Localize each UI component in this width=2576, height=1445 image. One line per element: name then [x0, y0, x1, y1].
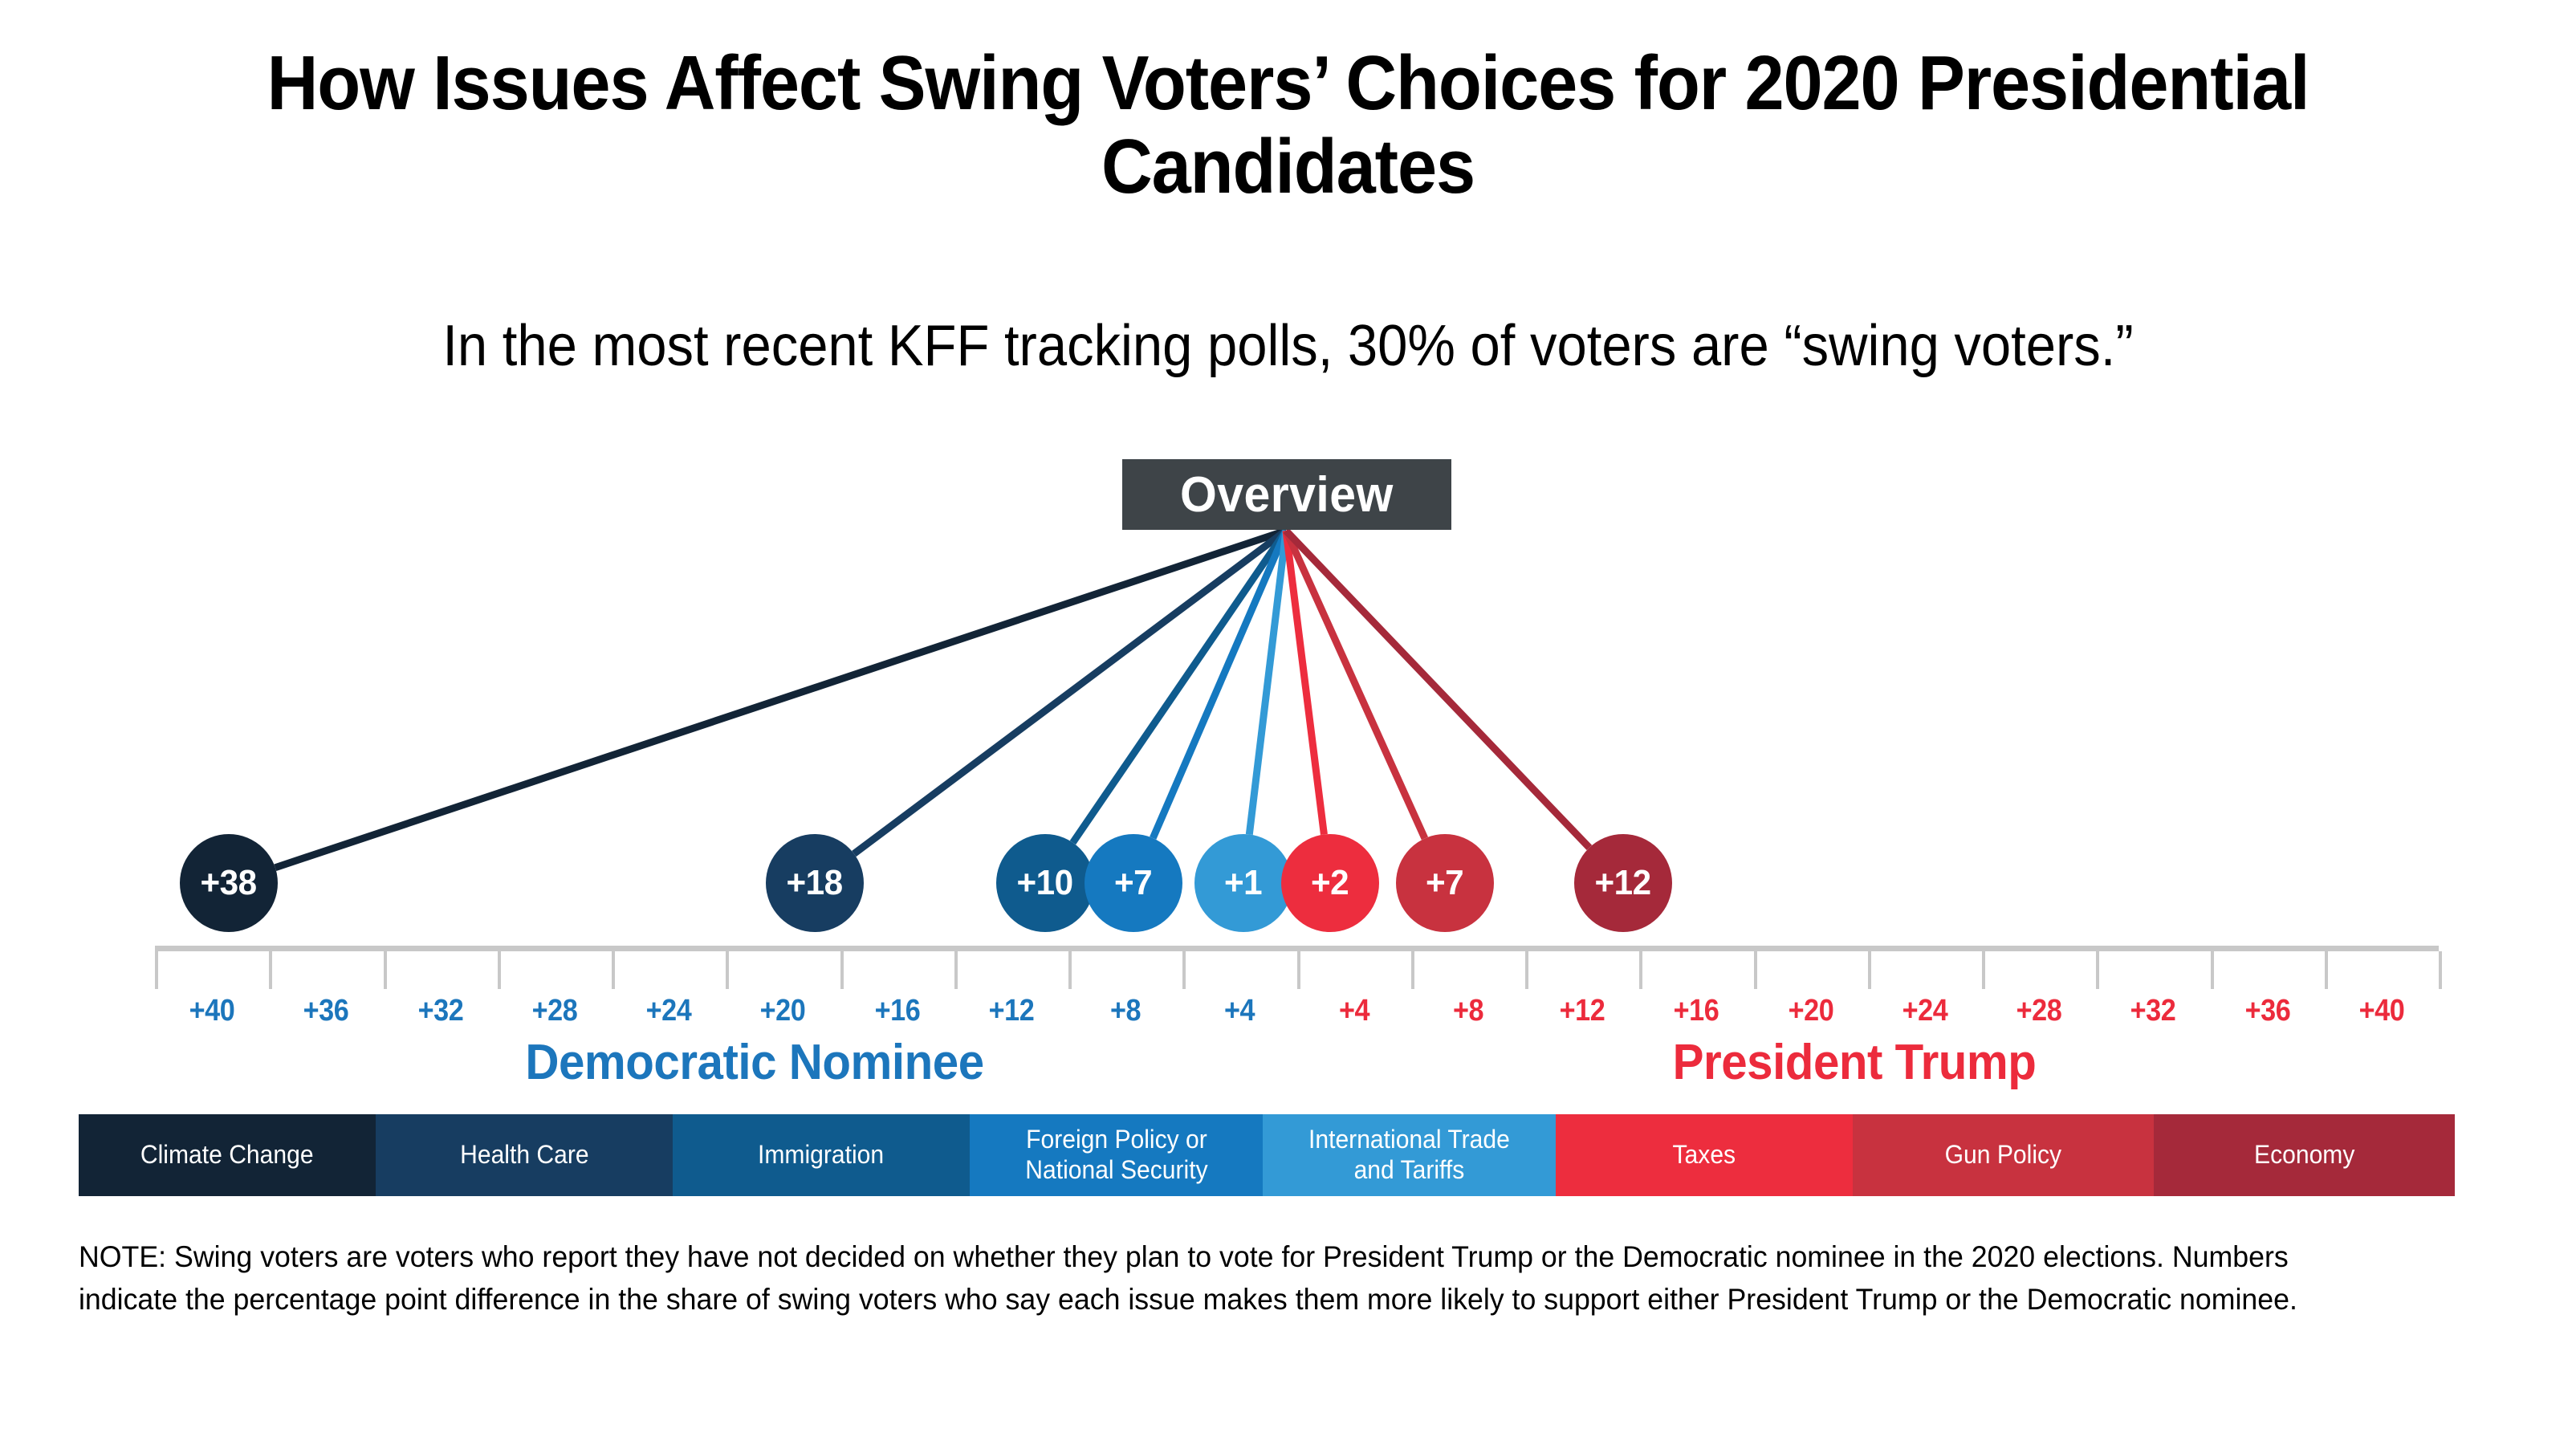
axis-tick-label: +24: [1902, 994, 1948, 1028]
axis-tick-label: +32: [417, 994, 464, 1028]
page-title: How Issues Affect Swing Voters’ Choices …: [267, 40, 2310, 210]
axis-tick-label: +4: [1223, 994, 1255, 1028]
issue-bubble-value: +18: [786, 863, 844, 902]
legend-cell-label: Foreign Policy or National Security: [1024, 1125, 1208, 1184]
connector-line: [1283, 527, 1593, 851]
issue-bubble[interactable]: +1: [1194, 834, 1292, 932]
overview-label: Overview: [1180, 466, 1394, 523]
issue-bubble-value: +2: [1311, 863, 1349, 902]
connector-line: [1069, 528, 1289, 845]
axis: [155, 946, 2442, 994]
legend-cell-label: Immigration: [758, 1140, 885, 1170]
axis-tick: [612, 951, 615, 989]
connector-lines: [274, 527, 1593, 871]
axis-tick: [384, 951, 387, 989]
issue-bubble-value: +38: [200, 863, 258, 902]
axis-tick-label: +12: [988, 994, 1035, 1028]
legend-cell-label: Economy: [2253, 1140, 2355, 1170]
axis-line: [155, 946, 2439, 951]
axis-tick-label: +36: [303, 994, 349, 1028]
connector-line: [1282, 530, 1328, 836]
axis-tick: [155, 951, 158, 989]
axis-tick: [840, 951, 844, 989]
axis-tick: [2439, 951, 2442, 989]
legend-cell[interactable]: Foreign Policy or National Security: [970, 1114, 1263, 1196]
issue-bubble[interactable]: +7: [1396, 834, 1494, 932]
axis-tick: [1525, 951, 1528, 989]
page-subtitle: In the most recent KFF tracking polls, 3…: [442, 314, 2134, 378]
note-text: NOTE: Swing voters are voters who report…: [79, 1240, 2297, 1316]
axis-tick-label: +28: [2016, 994, 2062, 1028]
legend-cell-label: Health Care: [459, 1140, 589, 1170]
issue-bubble-value: +7: [1114, 863, 1153, 902]
axis-tick-label: +16: [874, 994, 921, 1028]
legend-cell-label: Climate Change: [140, 1140, 314, 1170]
infographic-page: How Issues Affect Swing Voters’ Choices …: [0, 0, 2576, 1445]
connector-line: [274, 527, 1288, 871]
axis-tick-label: +28: [531, 994, 578, 1028]
issue-bubble[interactable]: +18: [766, 834, 864, 932]
issue-bubble[interactable]: +12: [1574, 834, 1672, 932]
axis-tick: [269, 951, 272, 989]
axis-tick: [498, 951, 501, 989]
legend-cell[interactable]: Taxes: [1556, 1114, 1853, 1196]
issue-bubble-value: +10: [1016, 863, 1074, 902]
axis-tick: [1297, 951, 1300, 989]
legend-cell[interactable]: International Trade and Tariffs: [1263, 1114, 1556, 1196]
legend-cell[interactable]: Health Care: [376, 1114, 673, 1196]
issue-bubble-value: +12: [1594, 863, 1652, 902]
legend-cell[interactable]: Immigration: [673, 1114, 970, 1196]
connector-line: [1282, 529, 1429, 841]
issue-legend: Climate Change Health Care Immigration Fore…: [79, 1114, 2455, 1196]
axis-tick-label: +40: [189, 994, 235, 1028]
axis-tick: [726, 951, 729, 989]
axis-tick: [1754, 951, 1757, 989]
axis-tick-label: +8: [1452, 994, 1484, 1028]
axis-tick-label: +8: [1109, 994, 1141, 1028]
axis-tick-label: +20: [1788, 994, 1834, 1028]
axis-tick: [2096, 951, 2099, 989]
axis-tick: [2325, 951, 2328, 989]
axis-tick: [1639, 951, 1642, 989]
axis-tick: [1411, 951, 1414, 989]
axis-tick-label: +36: [2244, 994, 2291, 1028]
legend-cell[interactable]: Gun Policy: [1853, 1114, 2154, 1196]
axis-tick: [2211, 951, 2214, 989]
axis-tick: [1982, 951, 1985, 989]
issue-bubble[interactable]: +7: [1085, 834, 1182, 932]
axis-tick: [1868, 951, 1871, 989]
axis-tick-label: +12: [1559, 994, 1605, 1028]
legend-cell[interactable]: Economy: [2154, 1114, 2455, 1196]
axis-tick-label: +4: [1338, 994, 1370, 1028]
issue-bubble[interactable]: +2: [1281, 834, 1379, 932]
axis-tick-label: +24: [645, 994, 692, 1028]
legend-cell[interactable]: Climate Change: [79, 1114, 376, 1196]
axis-label-president-trump: President Trump: [1672, 1035, 2037, 1090]
overview-badge: Overview: [1122, 459, 1451, 530]
axis-tick-label: +16: [1673, 994, 1719, 1028]
legend-cell-label: International Trade and Tariffs: [1308, 1125, 1510, 1184]
axis-label-democratic-nominee: Democratic Nominee: [525, 1035, 984, 1090]
axis-tick-label: +20: [759, 994, 806, 1028]
issue-bubble-value: +7: [1426, 863, 1464, 902]
connector-line: [1150, 529, 1290, 840]
legend-cell-label: Taxes: [1672, 1140, 1736, 1170]
issue-bubble[interactable]: +10: [996, 834, 1094, 932]
issue-bubble[interactable]: +38: [180, 834, 278, 932]
axis-tick: [1068, 951, 1072, 989]
axis-tick-label: +32: [2130, 994, 2176, 1028]
legend-cell-label: Gun Policy: [1944, 1140, 2062, 1170]
connector-line: [852, 527, 1288, 857]
issue-bubble-value: +1: [1224, 863, 1263, 902]
connector-line: [1245, 530, 1290, 835]
axis-tick: [1182, 951, 1186, 989]
axis-tick-label: +40: [2358, 994, 2405, 1028]
axis-tick: [954, 951, 958, 989]
